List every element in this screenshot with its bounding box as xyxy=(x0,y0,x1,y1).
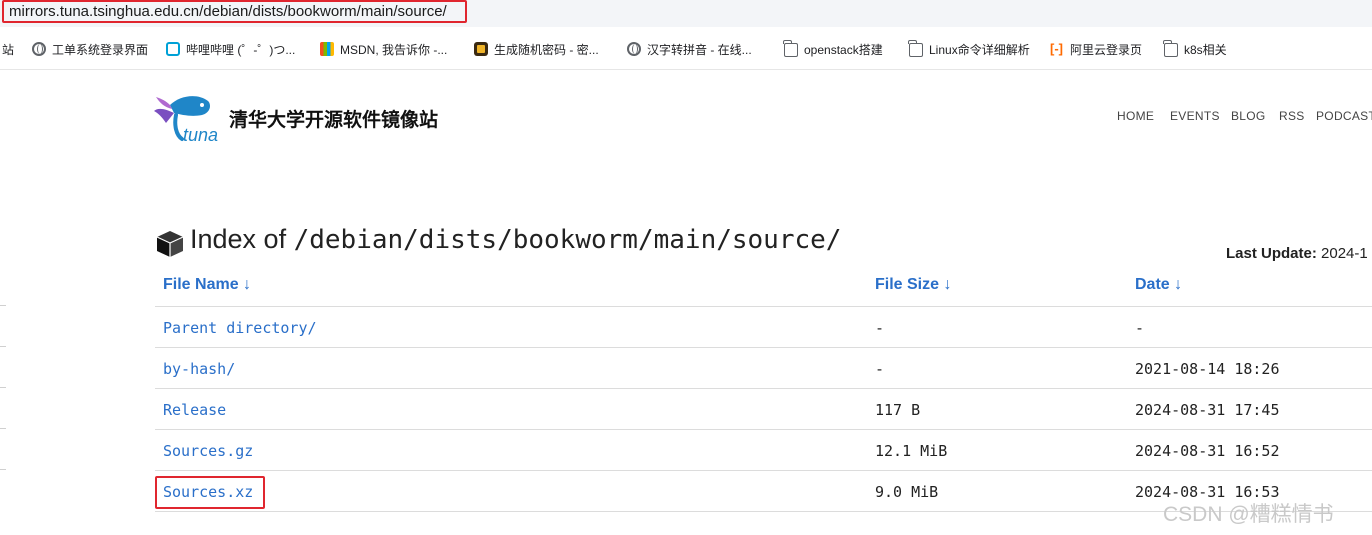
bookmark-label: 汉字转拼音 - 在线... xyxy=(647,42,752,57)
address-bar[interactable]: mirrors.tuna.tsinghua.edu.cn/debian/dist… xyxy=(0,0,1372,27)
bookmark-label: 哔哩哔哩 (゜-゜)つ... xyxy=(186,42,296,57)
file-date: 2021-08-14 18:26 xyxy=(1135,360,1280,378)
file-size: 9.0 MiB xyxy=(875,483,939,501)
bookmark-item[interactable]: 工单系统登录界面 xyxy=(32,40,148,58)
last-update: Last Update: 2024-1 xyxy=(1226,245,1368,262)
bookmark-label: Linux命令详细解析 xyxy=(929,42,1030,57)
file-link-by-hash[interactable]: by-hash/ xyxy=(163,360,235,378)
folder-icon xyxy=(783,40,798,57)
file-link-sources-gz[interactable]: Sources.gz xyxy=(163,442,253,460)
aliyun-icon: [-] xyxy=(1050,41,1063,56)
tuna-logo-icon[interactable]: tuna xyxy=(152,93,222,145)
table-header: File Name ↓ File Size ↓ Date ↓ xyxy=(155,265,1372,307)
bookmark-label: 站 xyxy=(2,42,15,57)
table-row: by-hash/ - 2021-08-14 18:26 xyxy=(155,348,1372,389)
logo-text: tuna xyxy=(183,125,218,145)
bookmark-label: 生成随机密码 - 密... xyxy=(494,42,599,57)
last-update-label: Last Update: xyxy=(1226,245,1317,262)
bookmark-item[interactable]: 生成随机密码 - 密... xyxy=(474,40,599,58)
bookmark-folder[interactable]: Linux命令详细解析 xyxy=(908,40,1030,58)
bookmark-label: openstack搭建 xyxy=(804,42,883,57)
file-date: 2024-08-31 17:45 xyxy=(1135,401,1280,419)
file-date: 2024-08-31 16:52 xyxy=(1135,442,1280,460)
site-title[interactable]: 清华大学开源软件镜像站 xyxy=(229,105,438,132)
title-path: /debian/dists/bookworm/main/source/ xyxy=(293,225,842,255)
edge-line xyxy=(0,428,6,429)
title-prefix: Index of xyxy=(190,224,294,254)
package-cube-icon xyxy=(155,229,185,259)
page-title: Index of /debian/dists/bookworm/main/sou… xyxy=(190,224,841,255)
bookmark-item[interactable]: 哔哩哔哩 (゜-゜)つ... xyxy=(166,40,295,58)
sort-by-date[interactable]: Date ↓ xyxy=(1135,276,1182,294)
bookmark-label: MSDN, 我告诉你 -... xyxy=(340,42,448,57)
url-text[interactable]: mirrors.tuna.tsinghua.edu.cn/debian/dist… xyxy=(9,3,447,20)
file-link-parent-directory[interactable]: Parent directory/ xyxy=(163,319,317,337)
file-size: 117 B xyxy=(875,401,921,419)
edge-line xyxy=(0,469,6,470)
bookmark-folder[interactable]: k8s相关 xyxy=(1163,40,1227,58)
bookmark-label: 工单系统登录界面 xyxy=(52,42,149,57)
file-link-sources-xz[interactable]: Sources.xz xyxy=(163,483,253,501)
folder-icon xyxy=(908,40,923,57)
edge-line xyxy=(0,346,6,347)
nav-events[interactable]: EVENTS xyxy=(1170,109,1220,123)
bookmark-folder[interactable]: openstack搭建 xyxy=(783,40,883,58)
bookmark-item[interactable]: [-] 阿里云登录页 xyxy=(1050,40,1142,58)
edge-line xyxy=(0,387,6,388)
bookmark-item[interactable]: MSDN, 我告诉你 -... xyxy=(320,40,447,58)
bookmark-label: 阿里云登录页 xyxy=(1070,42,1143,57)
nav-podcast[interactable]: PODCAST xyxy=(1316,109,1372,123)
sort-by-size[interactable]: File Size ↓ xyxy=(875,276,951,294)
file-size: 12.1 MiB xyxy=(875,442,948,460)
globe-icon xyxy=(627,42,641,56)
last-update-value: 2024-1 xyxy=(1321,245,1368,262)
bookmark-item[interactable]: 站 xyxy=(2,40,14,58)
nav-home[interactable]: HOME xyxy=(1117,109,1154,123)
bookmark-item[interactable]: 汉字转拼音 - 在线... xyxy=(627,40,752,58)
password-generator-icon xyxy=(474,42,488,56)
file-size: - xyxy=(875,319,885,337)
edge-line xyxy=(0,305,6,306)
table-row: Parent directory/ - - xyxy=(155,307,1372,348)
globe-icon xyxy=(32,42,46,56)
sort-by-name[interactable]: File Name ↓ xyxy=(163,276,251,294)
file-date: - xyxy=(1135,319,1145,337)
table-row: Sources.gz 12.1 MiB 2024-08-31 16:52 xyxy=(155,430,1372,471)
file-link-release[interactable]: Release xyxy=(163,401,226,419)
msdn-icon xyxy=(320,42,334,56)
bookmarks-bar: 站 工单系统登录界面 哔哩哔哩 (゜-゜)つ... MSDN, 我告诉你 -..… xyxy=(0,27,1372,70)
file-size: - xyxy=(875,360,885,378)
table-row: Release 117 B 2024-08-31 17:45 xyxy=(155,389,1372,430)
folder-icon xyxy=(1163,40,1178,57)
bilibili-icon xyxy=(166,42,180,56)
nav-rss[interactable]: RSS xyxy=(1279,109,1305,123)
bookmark-label: k8s相关 xyxy=(1184,42,1227,57)
nav-blog[interactable]: BLOG xyxy=(1231,109,1266,123)
csdn-watermark: CSDN @糟糕情书 xyxy=(1163,503,1334,526)
